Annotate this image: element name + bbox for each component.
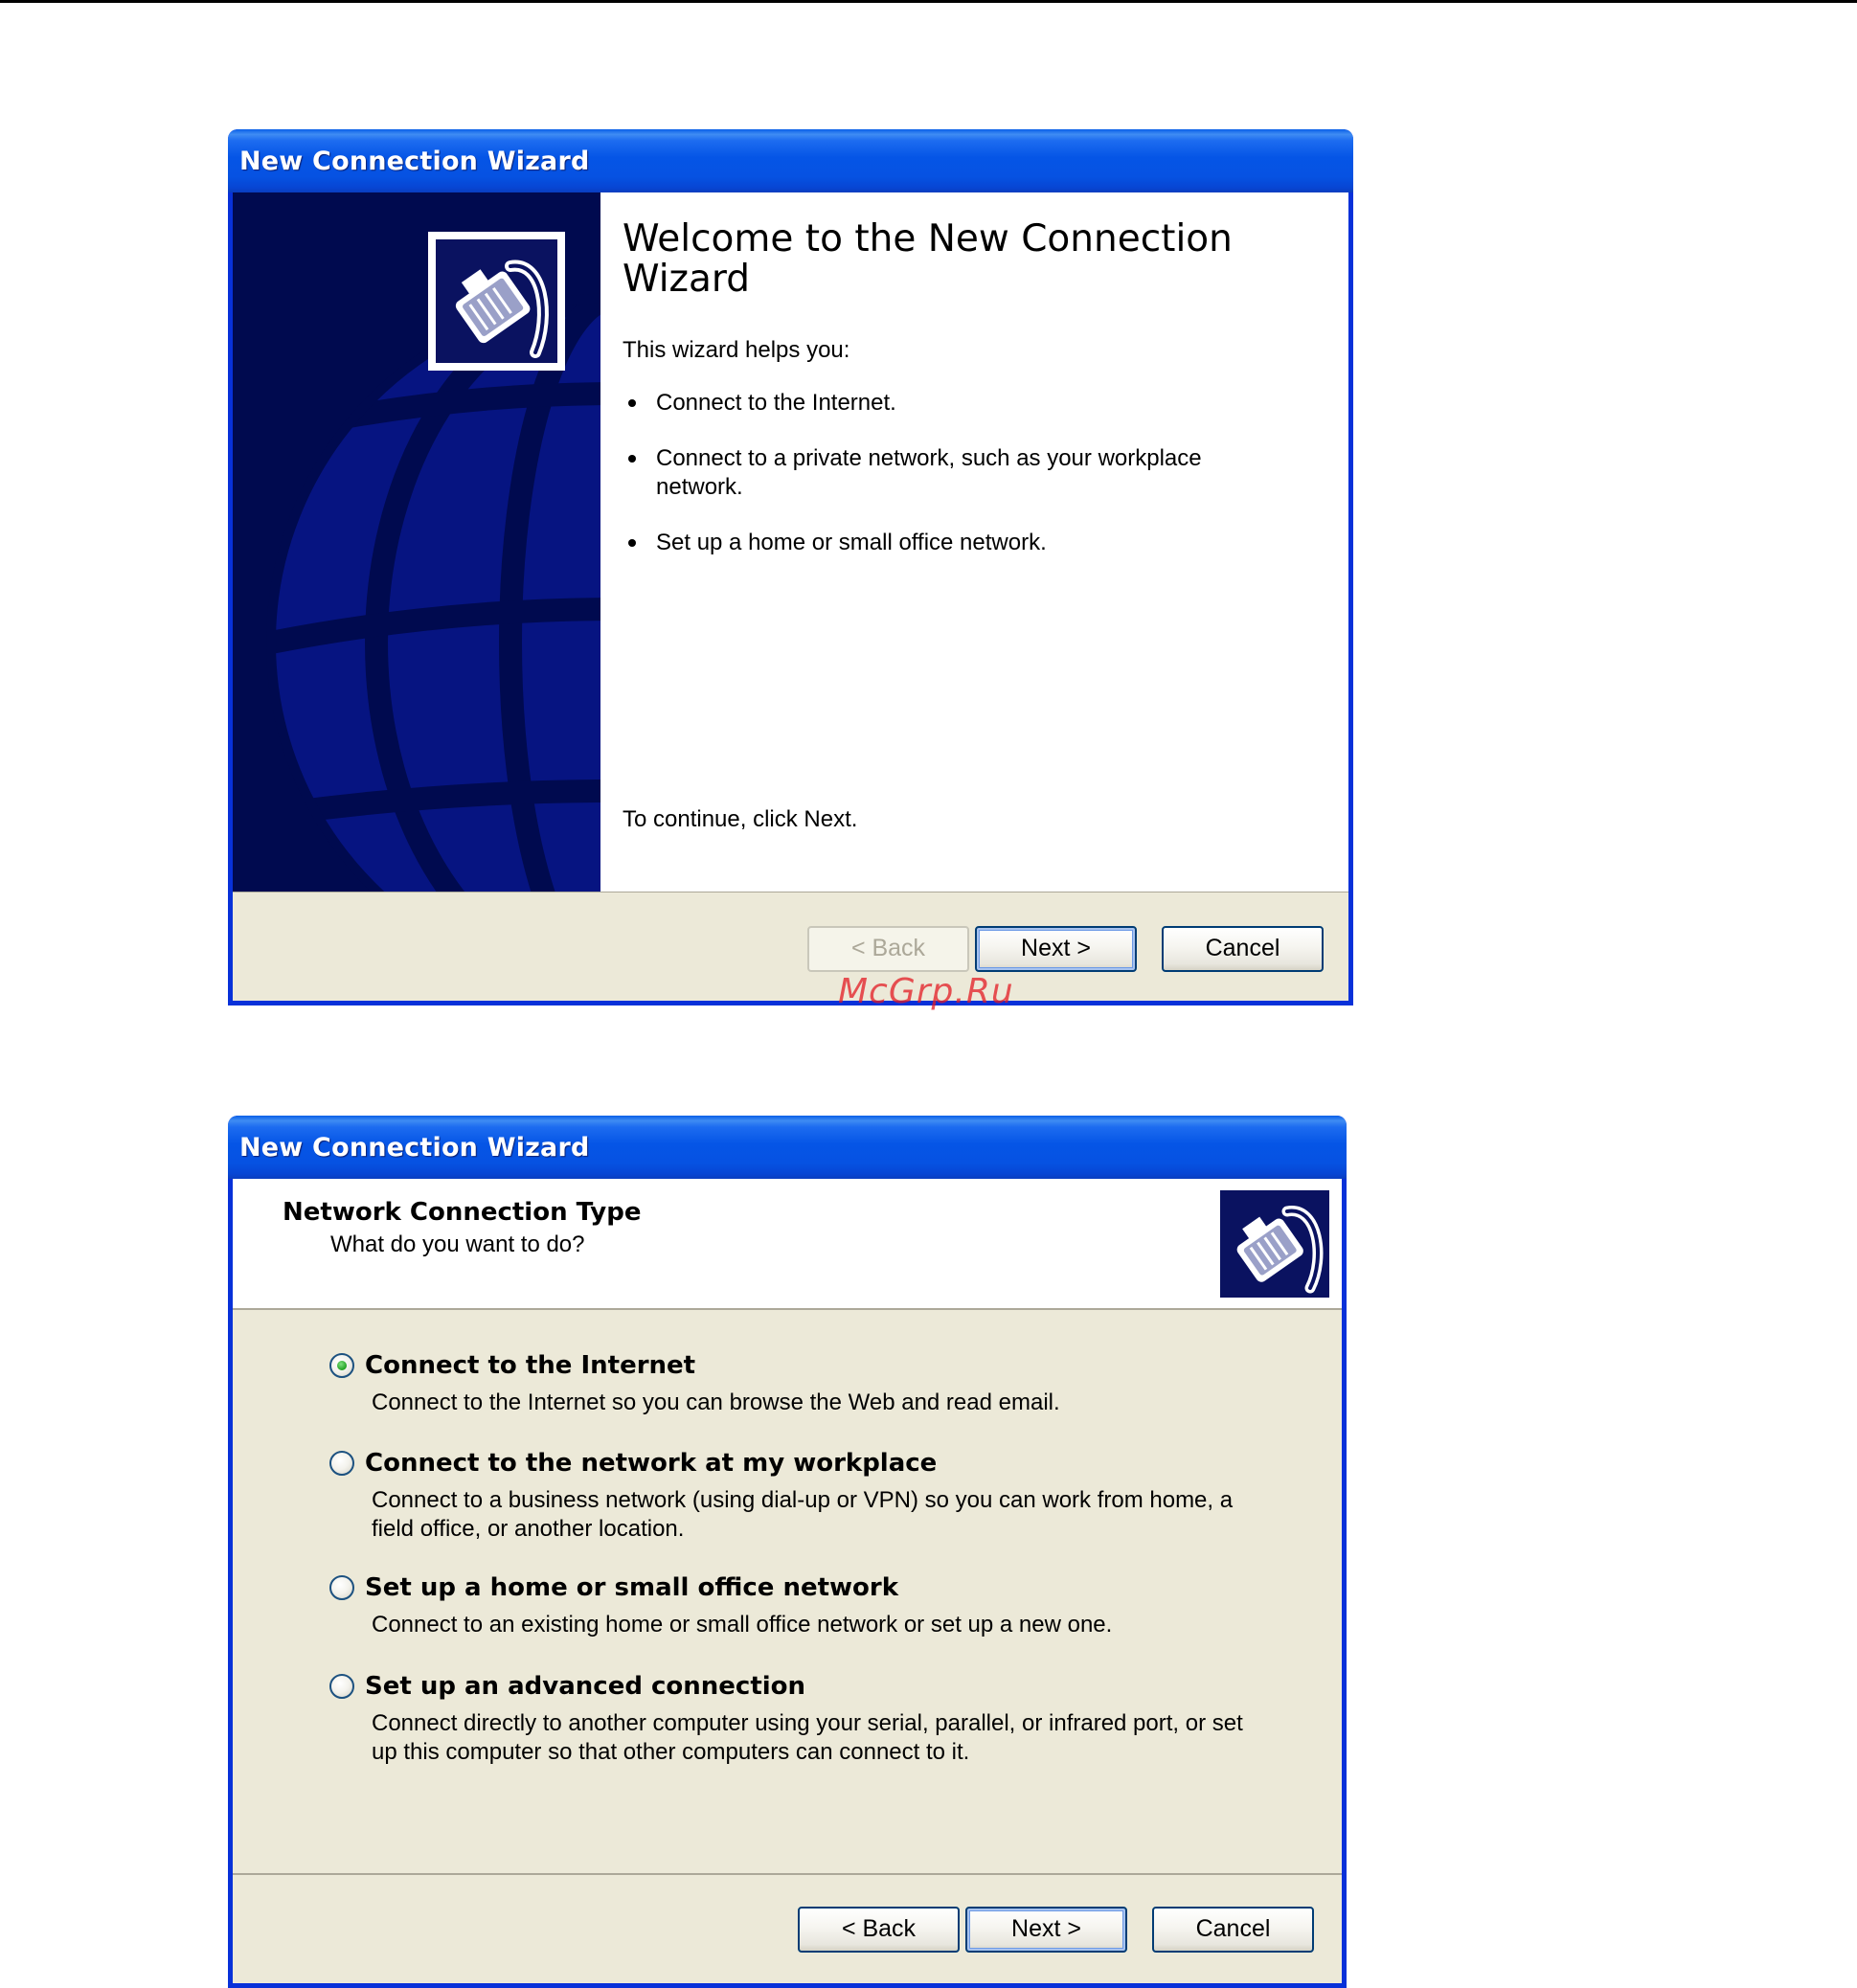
welcome-client-area: Welcome to the New Connection Wizard Thi… [233,192,1348,1001]
radio-connect-workplace[interactable] [329,1451,354,1476]
list-item: Connect to the Internet. [623,389,1293,418]
page-top-rule [0,0,1857,3]
next-button[interactable]: Next > [965,1907,1127,1953]
option-label[interactable]: Connect to the network at my workplace [365,1449,937,1478]
radio-selected-dot [337,1361,347,1370]
welcome-wizard-window: New Connection Wizard Welcome to the New… [228,129,1353,1005]
wizard-page-header: Network Connection Type What do you want… [233,1179,1342,1310]
cancel-button[interactable]: Cancel [1152,1907,1314,1953]
window-title: New Connection Wizard [239,1133,590,1163]
wizard-intro-text: This wizard helps you: [623,337,850,363]
option-description: Connect to an existing home or small off… [372,1612,1113,1638]
back-button[interactable]: < Back [807,926,969,972]
page-title: Network Connection Type [283,1198,642,1227]
option-description: Connect directly to another computer usi… [372,1710,1243,1765]
connection-type-title-bar[interactable]: New Connection Wizard [228,1116,1347,1179]
welcome-heading: Welcome to the New Connection Wizard [623,217,1233,301]
option-label[interactable]: Connect to the Internet [365,1351,695,1380]
radio-advanced-connection[interactable] [329,1674,354,1699]
option-label[interactable]: Set up an advanced connection [365,1672,805,1701]
welcome-button-bar: < Back Next > Cancel [233,892,1348,1001]
ethernet-plug-icon [1236,1206,1324,1294]
globe-art [266,232,600,892]
radio-connect-internet[interactable] [329,1353,354,1378]
window-title: New Connection Wizard [239,147,590,176]
back-button[interactable]: < Back [798,1907,960,1953]
bullet-icon [628,539,636,547]
radio-home-network[interactable] [329,1575,354,1600]
list-item: Set up a home or small office network. [623,529,1293,557]
connection-type-button-bar: < Back Next > Cancel [233,1873,1342,1983]
option-description: Connect to the Internet so you can brows… [372,1389,1060,1415]
wizard-side-banner [233,192,600,892]
option-description: Connect to a business network (using dia… [372,1487,1234,1542]
welcome-content-panel: Welcome to the New Connection Wizard Thi… [600,192,1348,892]
next-button[interactable]: Next > [975,926,1137,972]
header-icon-box [1220,1190,1329,1298]
site-watermark: McGrp.Ru [838,972,1014,1011]
connection-type-options: Connect to the Internet Connect to the I… [233,1310,1342,1873]
connection-type-wizard-window: New Connection Wizard Network Connection… [228,1116,1347,1988]
wizard-feature-list: Connect to the Internet. Connect to a pr… [623,389,1293,584]
continue-instruction: To continue, click Next. [623,806,858,832]
list-item: Connect to a private network, such as yo… [623,444,1293,502]
cancel-button[interactable]: Cancel [1162,926,1324,972]
welcome-title-bar[interactable]: New Connection Wizard [228,129,1353,192]
page-subtitle: What do you want to do? [330,1231,585,1257]
bullet-icon [628,399,636,407]
bullet-icon [628,455,636,463]
connection-type-client-area: Network Connection Type What do you want… [233,1179,1342,1983]
option-label[interactable]: Set up a home or small office network [365,1573,898,1602]
